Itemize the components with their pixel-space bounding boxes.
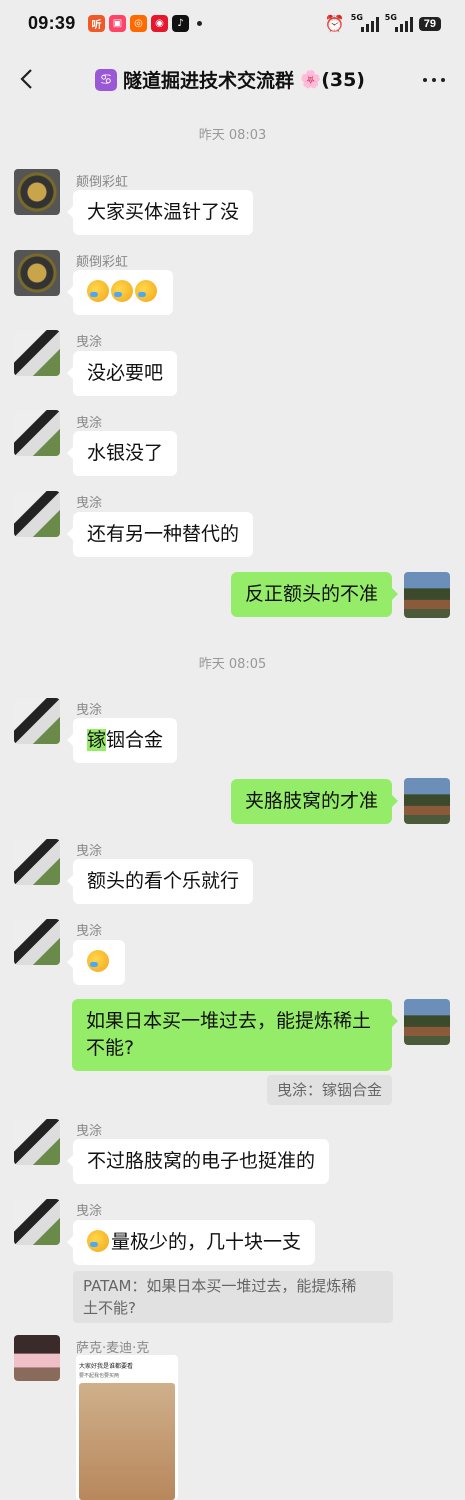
cat-photo [79, 1383, 175, 1500]
avatar-panda[interactable] [14, 698, 60, 744]
tingshu-app-icon: 听 [88, 15, 105, 32]
weibo-app-icon: ◉ [151, 15, 168, 32]
image-caption: 大家好我是谁都要看 [79, 1363, 134, 1370]
taobao-app-icon: ◎ [130, 15, 147, 32]
image-subcaption: 要不起我也要买两 [79, 1373, 120, 1379]
avatar-panda[interactable] [14, 1119, 60, 1165]
facepalm-emoji-icon [87, 950, 109, 972]
alarm-icon: ⏰ [324, 14, 345, 33]
chat-title: ♋ 隧道掘进技术交流群 🌸 (35) [95, 66, 365, 93]
timestamp: 昨天 08:05 [198, 657, 267, 672]
message-text: 铟合金 [106, 729, 164, 751]
signal-label-2: 5G [384, 12, 397, 22]
message-bubble[interactable] [67, 940, 125, 985]
group-cancer-icon: ♋ [95, 68, 117, 91]
system-icons: ⏰ 5G 5G 79 [324, 12, 441, 33]
message-bubble[interactable]: 额头的看个乐就行 [66, 859, 254, 904]
message-bubble[interactable] [67, 270, 173, 315]
sender-name: 颠倒彩虹 [76, 175, 129, 190]
sender-name: 颠倒彩虹 [76, 255, 129, 270]
flower-icon: 🌸 [300, 69, 322, 90]
quoted-message[interactable]: 曳涂：镓铟合金 [266, 1075, 392, 1105]
message-bubble-self[interactable]: 夹胳肢窝的才准 [230, 779, 399, 824]
signal-icon-1: 5G [350, 12, 379, 32]
message-bubble-self[interactable]: 反正额头的不准 [230, 572, 399, 617]
message-bubble[interactable]: 量极少的，几十块一支 [66, 1220, 316, 1265]
avatar-self[interactable] [404, 999, 450, 1045]
chat-header: ♋ 隧道掘进技术交流群 🌸 (35) [0, 50, 465, 108]
avatar-self[interactable] [404, 778, 450, 824]
facepalm-emoji-icon [87, 1230, 109, 1252]
message-bubble[interactable]: 大家买体温针了没 [66, 190, 254, 235]
avatar-panda[interactable] [14, 919, 60, 965]
sender-name: 曳涂 [76, 1124, 103, 1139]
sender-name: 曳涂 [76, 703, 103, 718]
facepalm-emoji-icon [111, 280, 133, 302]
tiktok-app-icon: ♪ [172, 15, 189, 32]
sender-name: 曳涂 [76, 1204, 103, 1219]
quote-line-1: PATAM：如果日本买一堆过去，能提炼稀 [83, 1277, 357, 1295]
avatar-person[interactable] [14, 1335, 60, 1381]
battery-icon: 79 [418, 16, 441, 31]
message-bubble[interactable]: 不过胳肢窝的电子也挺准的 [66, 1139, 330, 1184]
image-message[interactable]: 大家好我是谁都要看 要不起我也要买两 [76, 1355, 178, 1500]
back-arrow-icon[interactable] [16, 67, 40, 91]
group-name: 隧道掘进技术交流群 [123, 70, 295, 92]
signal-label: 5G [350, 12, 363, 22]
sender-name: 曳涂 [76, 416, 103, 431]
message-bubble-self[interactable]: 如果日本买一堆过去，能提炼稀土 不能? [72, 999, 398, 1071]
message-bubble[interactable]: 没必要吧 [66, 351, 178, 396]
avatar-panda[interactable] [14, 410, 60, 456]
message-bubble[interactable]: 镓铟合金 [66, 718, 178, 763]
notification-icons: 听 ▣ ◎ ◉ ♪ [88, 15, 202, 32]
facepalm-emoji-icon [87, 280, 109, 302]
facepalm-emoji-icon [135, 280, 157, 302]
timestamp: 昨天 08:03 [198, 128, 267, 143]
avatar-rainbow[interactable] [14, 169, 60, 215]
message-text: 量极少的，几十块一支 [111, 1231, 302, 1253]
avatar-rainbow[interactable] [14, 250, 60, 296]
sender-name: 萨克·麦迪·克 [76, 1341, 150, 1356]
message-line-2: 不能? [86, 1037, 135, 1059]
highlighted-text: 镓 [87, 729, 107, 751]
quote-line-2: 土不能? [83, 1299, 136, 1317]
message-line-1: 如果日本买一堆过去，能提炼稀土 [86, 1010, 372, 1032]
avatar-panda[interactable] [14, 491, 60, 537]
shop-app-icon: ▣ [109, 15, 126, 32]
sender-name: 曳涂 [76, 335, 103, 350]
signal-icon-2: 5G [384, 12, 413, 32]
status-bar: 09:39 听 ▣ ◎ ◉ ♪ ⏰ 5G 5G 79 [0, 0, 465, 50]
avatar-panda[interactable] [14, 1199, 60, 1245]
quoted-message[interactable]: PATAM：如果日本买一堆过去，能提炼稀 土不能? [73, 1271, 393, 1323]
member-count: (35) [321, 68, 365, 91]
sender-name: 曳涂 [76, 924, 103, 939]
avatar-panda[interactable] [14, 839, 60, 885]
message-bubble[interactable]: 还有另一种替代的 [66, 512, 254, 557]
more-options-icon[interactable] [423, 78, 445, 82]
avatar-self[interactable] [404, 572, 450, 618]
more-notifications-dot [197, 21, 202, 26]
status-time: 09:39 [28, 13, 76, 33]
avatar-panda[interactable] [14, 330, 60, 376]
sender-name: 曳涂 [76, 496, 103, 511]
message-bubble[interactable]: 水银没了 [66, 431, 178, 476]
sender-name: 曳涂 [76, 844, 103, 859]
